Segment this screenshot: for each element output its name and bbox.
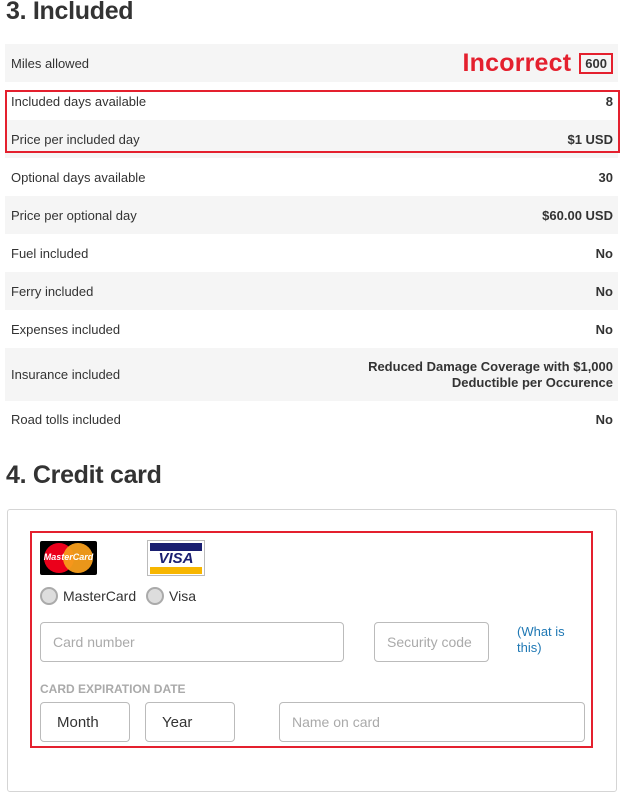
row-label: Optional days available (11, 169, 146, 185)
credit-card-section-title: 4. Credit card (6, 461, 162, 489)
visa-radio-label: Visa (169, 588, 196, 604)
mastercard-logo: MasterCard (40, 541, 97, 575)
row-value: 30 (598, 169, 613, 185)
row-label: Road tolls included (11, 412, 121, 427)
row-value: $60.00 USD (542, 207, 613, 223)
row-label: Price per included day (11, 131, 140, 147)
what-is-this-link[interactable]: (What is this) (517, 624, 577, 656)
card-expiration-label: CARD EXPIRATION DATE (40, 682, 186, 696)
row-value: No (595, 321, 613, 337)
visa-radio-button[interactable] (146, 587, 164, 605)
name-on-card-input[interactable] (279, 702, 585, 742)
year-select[interactable]: Year (145, 702, 235, 742)
row-value: $1 USD (567, 131, 613, 147)
radio-option-visa[interactable]: Visa (146, 587, 196, 605)
table-row-fuel: Fuel included No (5, 234, 618, 272)
year-select-value: Year (162, 713, 193, 731)
table-row-optional-days: Optional days available 30 (5, 158, 618, 196)
row-label: Included days available (11, 93, 147, 109)
table-row-price-optional-day: Price per optional day $60.00 USD (5, 196, 618, 234)
table-row-included-days: Included days available 8 (5, 82, 618, 120)
row-label: Fuel included (11, 245, 89, 261)
row-label: Price per optional day (11, 207, 137, 223)
visa-logo: VISA (147, 540, 205, 576)
row-label: Miles allowed (11, 55, 90, 71)
table-row-ferry: Ferry included No (5, 272, 618, 310)
included-section-title: 3. Included (6, 0, 134, 25)
incorrect-annotation: Incorrect (462, 48, 572, 77)
security-code-input[interactable] (374, 622, 489, 662)
included-table: Miles allowed Incorrect 600 Included day… (5, 44, 618, 438)
row-label: Insurance included (11, 367, 121, 382)
miles-allowed-value: 600 (579, 52, 613, 74)
row-label: Ferry included (11, 283, 94, 299)
mastercard-radio-label: MasterCard (63, 588, 137, 604)
row-value: 8 (605, 93, 613, 109)
row-label: Expenses included (11, 321, 121, 337)
radio-option-mastercard[interactable]: MasterCard (40, 587, 136, 605)
row-value: No (595, 245, 613, 261)
card-number-input[interactable] (40, 622, 344, 662)
month-select[interactable]: Month (40, 702, 130, 742)
mastercard-logo-text: MasterCard (43, 552, 94, 562)
table-row-road-tolls: Road tolls included No (5, 401, 618, 438)
visa-gold-band (150, 567, 202, 574)
visa-logo-text: VISA (150, 551, 202, 567)
miles-value-wrap: Incorrect 600 (462, 48, 613, 78)
mastercard-radio-button[interactable] (40, 587, 58, 605)
row-value: No (595, 412, 613, 427)
table-row-price-included-day: Price per included day $1 USD (5, 120, 618, 158)
row-value: Reduced Damage Coverage with $1,000 Dedu… (368, 358, 613, 390)
month-select-value: Month (57, 713, 99, 731)
table-row-miles-allowed: Miles allowed Incorrect 600 (5, 44, 618, 82)
table-row-insurance: Insurance included Reduced Damage Covera… (5, 348, 618, 401)
row-value: No (595, 283, 613, 299)
table-row-expenses: Expenses included No (5, 310, 618, 348)
